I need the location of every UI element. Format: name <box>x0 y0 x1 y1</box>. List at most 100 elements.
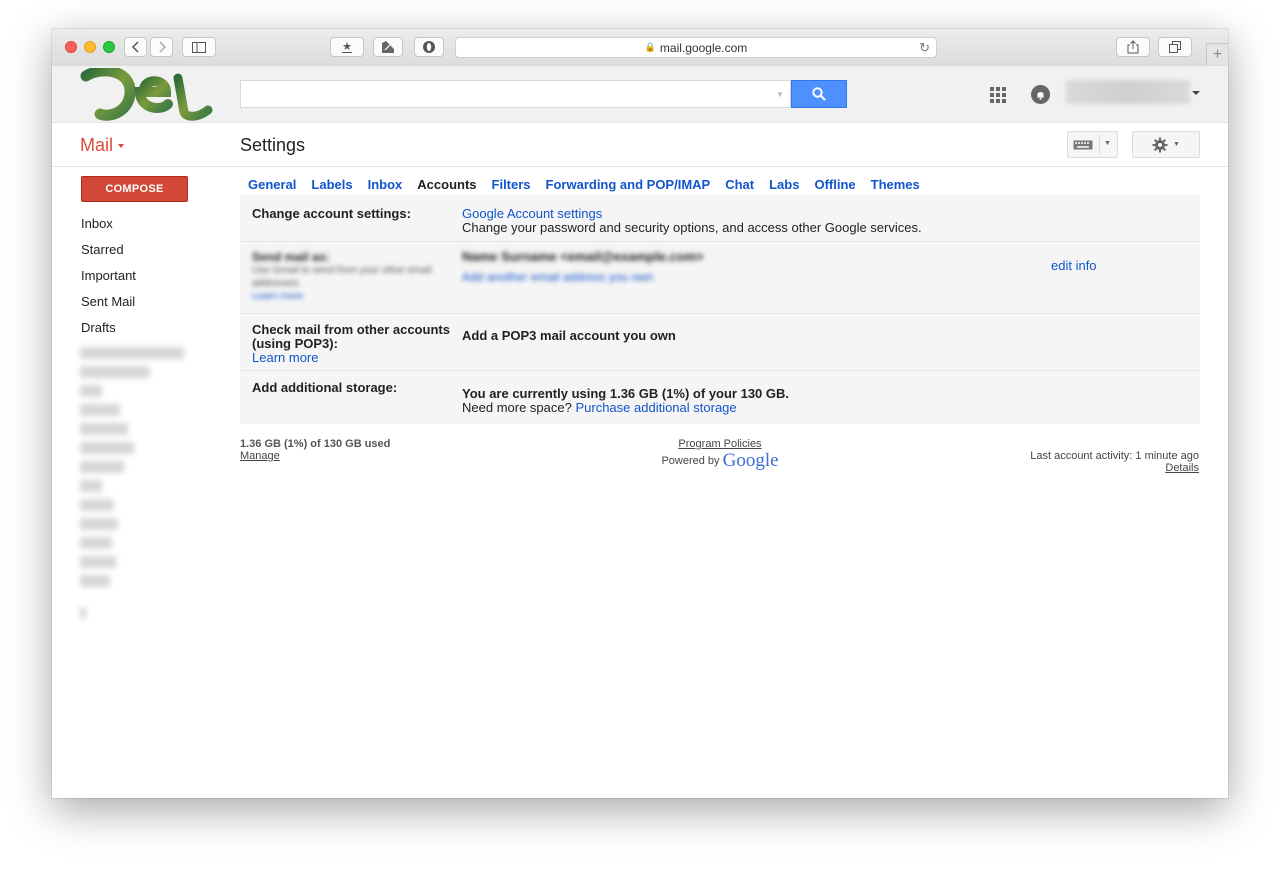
gear-icon <box>1152 137 1168 152</box>
sidebar-item-starred[interactable]: Starred <box>81 240 136 266</box>
program-policies-link[interactable]: Program Policies <box>612 438 828 450</box>
tab-filters[interactable]: Filters <box>492 177 531 192</box>
redacted-label[interactable] <box>80 518 118 530</box>
redacted-label[interactable] <box>80 404 120 416</box>
storage-usage-text: You are currently using 1.36 GB (1%) of … <box>462 386 790 401</box>
forward-button[interactable] <box>150 37 173 57</box>
input-tools-button[interactable]: ▼ <box>1067 131 1118 158</box>
sidebar-item-inbox[interactable]: Inbox <box>81 214 136 240</box>
redacted-label <box>80 607 86 619</box>
gear-caret-icon: ▼ <box>1173 141 1180 148</box>
browser-toolbar: ★ 🔒 mail.google.com ↻ + <box>52 29 1228 67</box>
edit-info-link[interactable]: edit info <box>1051 258 1097 273</box>
last-activity-text: Last account activity: 1 minute ago <box>1030 450 1199 462</box>
browser-window: ★ 🔒 mail.google.com ↻ + ▼ Mail Settings … <box>52 29 1228 798</box>
gmail-header: ▼ <box>52 66 1228 123</box>
compose-button[interactable]: COMPOSE <box>81 176 188 202</box>
tab-accounts[interactable]: Accounts <box>417 177 476 192</box>
accounts-settings-panel: Change account settings: Google Account … <box>240 195 1200 424</box>
change-account-label: Change account settings: <box>252 206 411 221</box>
search-button[interactable] <box>791 80 847 108</box>
need-more-space-text: Need more space? <box>462 400 572 415</box>
circle-extension-button[interactable] <box>414 37 444 57</box>
tab-offline[interactable]: Offline <box>814 177 855 192</box>
google-logo[interactable]: Google <box>723 450 779 471</box>
check-mail-label: Check mail from other accounts (using PO… <box>252 322 450 351</box>
activity-footer: Last account activity: 1 minute ago Deta… <box>972 450 1199 474</box>
check-mail-row: Check mail from other accounts (using PO… <box>240 314 1200 371</box>
tab-chat[interactable]: Chat <box>725 177 754 192</box>
change-account-row: Change account settings: Google Account … <box>240 195 1200 242</box>
minimize-window-button[interactable] <box>84 41 96 53</box>
sidebar-toggle-button[interactable] <box>182 37 216 57</box>
sidebar-item-important[interactable]: Important <box>81 266 136 292</box>
google-account-settings-link[interactable]: Google Account settings <box>462 207 922 221</box>
circle-extension-icon <box>423 41 435 53</box>
redacted-label[interactable] <box>80 385 102 397</box>
extension-button[interactable] <box>373 37 403 57</box>
account-caret-icon[interactable] <box>1192 91 1200 95</box>
new-tab-plus-icon: + <box>1212 45 1223 63</box>
redacted-label[interactable] <box>80 556 116 568</box>
redacted-label[interactable] <box>80 537 112 549</box>
bookmark-star-icon: ★ <box>342 40 352 53</box>
search-options-caret-icon[interactable]: ▼ <box>776 90 784 99</box>
search-box: ▼ <box>240 80 791 108</box>
send-mail-label-redacted: Send mail as: Use Gmail to send from you… <box>252 250 432 302</box>
zoom-window-button[interactable] <box>103 41 115 53</box>
check-mail-learn-more-link[interactable]: Learn more <box>252 351 452 365</box>
tab-general[interactable]: General <box>248 177 296 192</box>
activity-details-link[interactable]: Details <box>972 462 1199 474</box>
tab-forwarding-pop-imap[interactable]: Forwarding and POP/IMAP <box>546 177 711 192</box>
mail-label: Mail <box>80 135 114 155</box>
notifications-bell-icon[interactable] <box>1031 85 1050 104</box>
sidebar-icon <box>192 41 206 53</box>
settings-tabs: General Labels Inbox Accounts Filters Fo… <box>248 177 935 192</box>
close-window-button[interactable] <box>65 41 77 53</box>
organization-logo[interactable] <box>80 68 214 122</box>
redacted-label[interactable] <box>80 461 124 473</box>
redacted-label[interactable] <box>80 347 184 359</box>
purchase-storage-link[interactable]: Purchase additional storage <box>575 400 736 415</box>
send-mail-value-redacted: Name Surname <email@example.com> Add ano… <box>462 249 704 285</box>
tab-inbox[interactable]: Inbox <box>368 177 403 192</box>
tabs-icon <box>1169 41 1181 53</box>
tab-themes[interactable]: Themes <box>871 177 920 192</box>
tabs-overview-button[interactable] <box>1158 37 1192 57</box>
storage-row: Add additional storage: You are currentl… <box>240 371 1200 424</box>
tab-labels[interactable]: Labels <box>311 177 352 192</box>
redacted-label[interactable] <box>80 366 150 378</box>
manage-storage-link[interactable]: Manage <box>240 450 390 462</box>
search-input[interactable] <box>245 82 769 108</box>
reload-icon[interactable]: ↻ <box>919 40 930 56</box>
add-pop3-account-link[interactable]: Add a POP3 mail account you own <box>462 329 676 343</box>
address-bar[interactable]: 🔒 mail.google.com ↻ <box>455 37 937 58</box>
lock-icon: 🔒 <box>644 42 656 52</box>
storage-used-text: 1.36 GB (1%) of 130 GB used <box>240 438 391 450</box>
footer-center: Program Policies Powered by Google <box>612 438 828 470</box>
extension-icon <box>382 41 394 53</box>
back-chevron-icon <box>131 41 139 53</box>
apps-grid-icon[interactable] <box>990 87 1006 103</box>
share-button[interactable] <box>1116 37 1150 57</box>
redacted-label[interactable] <box>80 499 114 511</box>
page-title: Settings <box>240 135 306 155</box>
redacted-label[interactable] <box>80 575 110 587</box>
redacted-label[interactable] <box>80 423 128 435</box>
settings-gear-button[interactable]: ▼ <box>1132 131 1200 158</box>
bookmark-button[interactable]: ★ <box>330 37 364 57</box>
sidebar-item-sent-mail[interactable]: Sent Mail <box>81 292 136 318</box>
url-text: mail.google.com <box>659 40 748 55</box>
back-button[interactable] <box>124 37 147 57</box>
share-icon <box>1127 40 1139 54</box>
mail-menu[interactable]: Mail <box>80 135 125 156</box>
tab-labs[interactable]: Labs <box>769 177 799 192</box>
account-name-redacted[interactable] <box>1066 80 1190 104</box>
redacted-label[interactable] <box>80 442 134 454</box>
change-account-description: Change your password and security option… <box>462 220 922 235</box>
new-tab-button[interactable]: + <box>1206 43 1228 65</box>
storage-label: Add additional storage: <box>252 380 398 395</box>
redacted-label[interactable] <box>80 480 102 492</box>
search-icon <box>812 87 826 101</box>
input-tools-caret-icon: ▼ <box>1104 140 1111 147</box>
